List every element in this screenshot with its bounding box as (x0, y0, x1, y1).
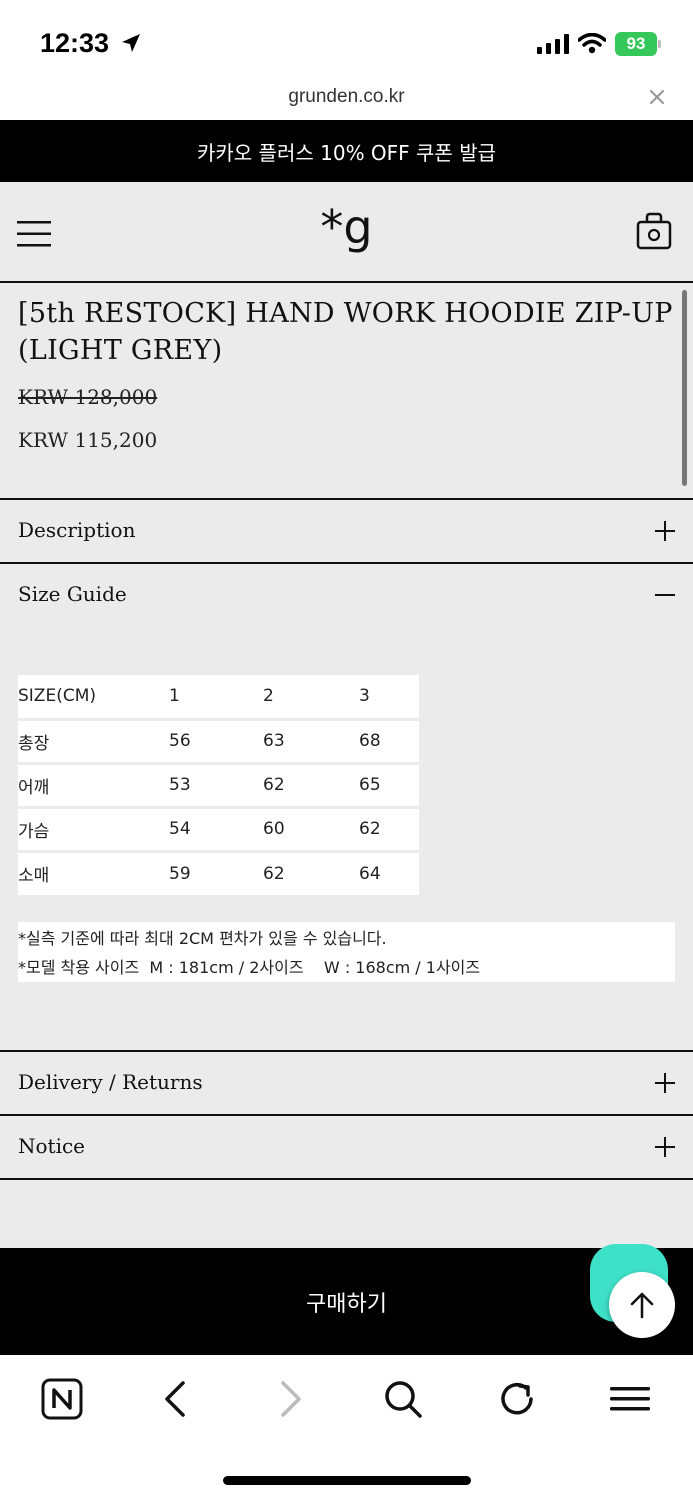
accordion-description-label[interactable]: Description (18, 518, 135, 542)
divider (0, 1178, 693, 1180)
battery-level: 93 (626, 34, 646, 53)
table-cell: 60 (263, 807, 359, 853)
site-header: *g (0, 182, 693, 283)
accordion-description[interactable]: Description (0, 498, 693, 562)
plus-icon[interactable] (654, 1072, 676, 1094)
url-bar[interactable]: grunden.co.kr (0, 84, 693, 120)
scroll-top-button[interactable] (609, 1272, 675, 1338)
wifi-icon (578, 33, 606, 54)
close-icon[interactable] (648, 88, 666, 106)
table-cell: 53 (169, 763, 263, 809)
search-icon[interactable] (381, 1377, 425, 1421)
table-cell: 62 (263, 863, 285, 884)
table-cell: 68 (359, 719, 419, 765)
battery-nub (658, 40, 661, 48)
plus-icon[interactable] (654, 1136, 676, 1158)
table-cell: 64 (359, 863, 381, 884)
product-title: [5th RESTOCK] HAND WORK HOODIE ZIP-UP (L… (18, 298, 673, 366)
note-line: *모델 착용 사이즈 M : 181cm / 2사이즈 W : 168cm / … (18, 958, 481, 977)
table-cell: 62 (263, 763, 359, 809)
table-cell: 총장 (18, 719, 169, 765)
signal-icon (537, 34, 569, 54)
table-cell: 2 (263, 675, 359, 721)
reload-icon[interactable] (495, 1377, 539, 1421)
accordion-size-guide-label[interactable]: Size Guide (18, 582, 127, 606)
accordion-notice[interactable]: Notice (0, 1114, 693, 1178)
status-time: 12:33 (40, 28, 110, 58)
shopping-bag-icon[interactable] (636, 212, 672, 250)
buy-button[interactable]: 구매하기 (0, 1248, 693, 1355)
table-cell: 54 (169, 807, 263, 853)
table-row: 어깨 53 62 65 (18, 763, 419, 809)
table-cell: 소매 (18, 866, 50, 887)
table-cell: 63 (263, 719, 359, 765)
accordion-notice-label[interactable]: Notice (18, 1134, 85, 1158)
status-bar: 12:33 93 (0, 0, 693, 84)
promo-banner[interactable]: 카카오 플러스 10% OFF 쿠폰 발급 (0, 120, 693, 182)
table-row: 총장 56 63 68 (18, 719, 419, 765)
back-icon[interactable] (154, 1377, 198, 1421)
sale-price: KRW 115,200 (18, 428, 158, 452)
table-cell: 가슴 (18, 807, 169, 853)
home-indicator[interactable] (223, 1476, 471, 1485)
buy-button-label[interactable]: 구매하기 (306, 1286, 387, 1318)
url-text[interactable]: grunden.co.kr (0, 86, 693, 108)
minus-icon[interactable] (654, 584, 676, 606)
table-cell: 어깨 (18, 763, 169, 809)
accordion-delivery[interactable]: Delivery / Returns (0, 1050, 693, 1114)
location-arrow-icon (122, 34, 140, 52)
table-cell: 62 (359, 807, 419, 853)
table-cell: 65 (359, 763, 419, 809)
table-cell: 59 (169, 863, 191, 884)
site-logo[interactable]: *g (0, 200, 693, 254)
table-row: SIZE(CM) 1 2 3 (18, 675, 419, 721)
scrollbar[interactable] (682, 290, 687, 486)
hamburger-icon[interactable] (608, 1377, 652, 1421)
table-cell: 1 (169, 675, 263, 721)
table-cell: 3 (359, 675, 419, 721)
accordion-delivery-label[interactable]: Delivery / Returns (18, 1070, 203, 1094)
original-price: KRW 128,000 (18, 385, 158, 409)
plus-icon[interactable] (654, 520, 676, 542)
table-cell: 56 (169, 719, 263, 765)
size-table: SIZE(CM) 1 2 3 총장 56 63 68 어깨 53 62 65 가… (18, 675, 419, 895)
accordion-size-guide[interactable]: Size Guide (0, 562, 693, 626)
size-notes: *실측 기준에 따라 최대 2CM 편차가 있을 수 있습니다. *모델 착용 … (18, 922, 675, 982)
table-row: 가슴 54 60 62 (18, 807, 419, 853)
arrow-up-icon (630, 1292, 654, 1319)
battery-indicator: 93 (615, 32, 657, 56)
table-cell: SIZE(CM) (18, 675, 169, 721)
table-row: 소매 59 62 64 (18, 851, 419, 895)
naver-icon[interactable] (40, 1377, 84, 1421)
promo-text[interactable]: 카카오 플러스 10% OFF 쿠폰 발급 (197, 137, 496, 166)
forward-icon[interactable] (268, 1377, 312, 1421)
note-line: *실측 기준에 따라 최대 2CM 편차가 있을 수 있습니다. (18, 929, 387, 948)
